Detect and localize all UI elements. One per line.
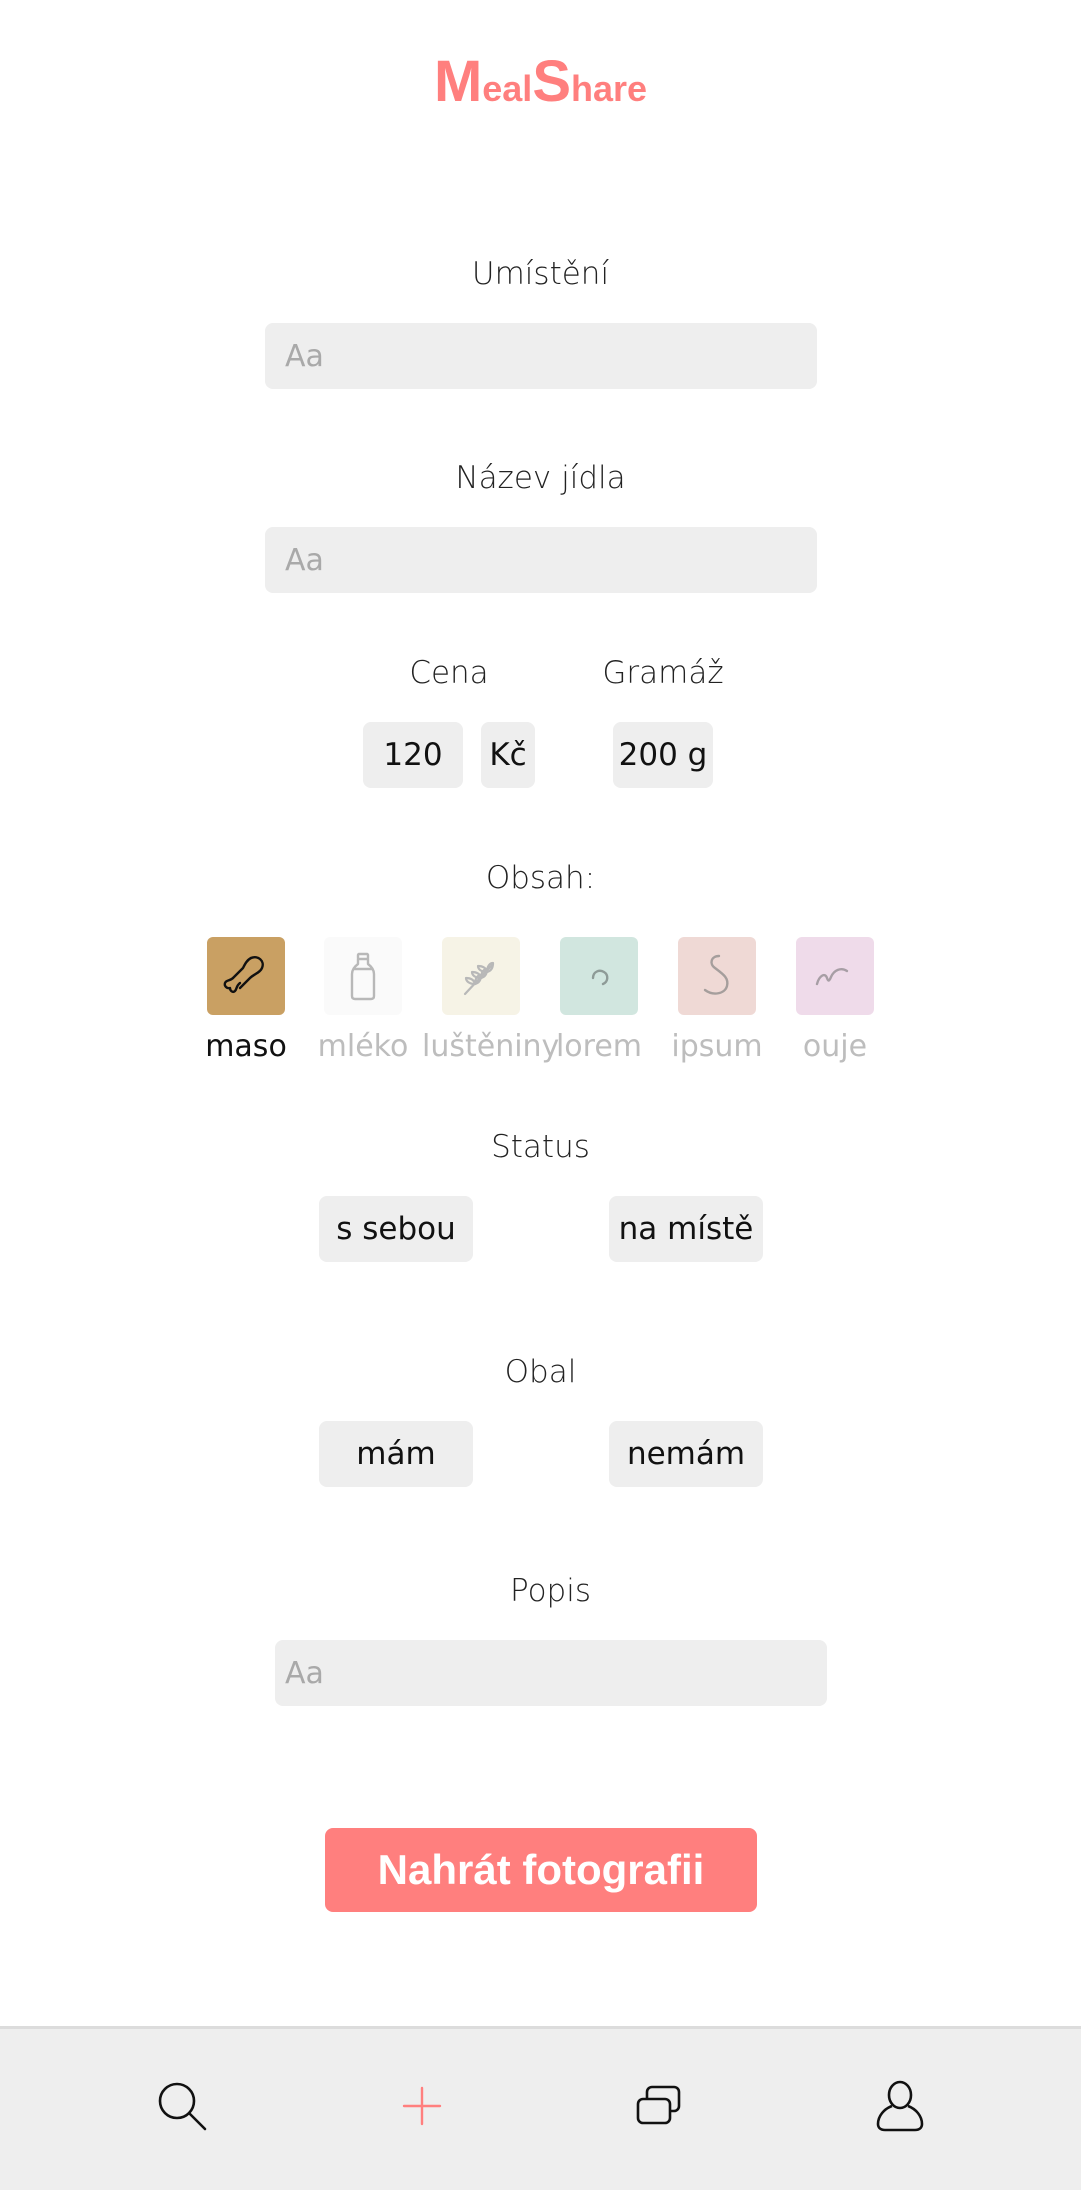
bottom-nav — [0, 2026, 1081, 2190]
price-label: Cena — [409, 655, 489, 691]
cards-icon[interactable] — [627, 2074, 691, 2138]
content-item-ouje[interactable]: ouje — [776, 937, 894, 1064]
price-input[interactable]: 120 — [363, 722, 463, 788]
search-icon[interactable] — [150, 2074, 214, 2138]
content-item-label: ouje — [802, 1029, 868, 1064]
logo-letter-m: M — [433, 49, 483, 114]
location-label: Umístění — [471, 256, 610, 292]
content-item-maso[interactable]: maso — [187, 937, 305, 1064]
logo-letter-s: S — [532, 49, 571, 114]
grain-icon — [442, 937, 520, 1015]
app-logo: MealShare — [0, 48, 1081, 115]
logo-text-eal: eal — [482, 68, 533, 109]
weight-label: Gramáž — [602, 655, 724, 691]
upload-photo-button[interactable]: Nahrát fotografii — [325, 1828, 757, 1912]
wave-icon — [796, 937, 874, 1015]
currency-select[interactable]: Kč — [481, 722, 535, 788]
status-label: Status — [491, 1129, 590, 1165]
milk-bottle-icon — [324, 937, 402, 1015]
packaging-dont-have-button[interactable]: nemám — [609, 1421, 763, 1487]
user-icon[interactable] — [868, 2074, 932, 2138]
content-item-label: mléko — [317, 1029, 409, 1064]
content-item-ipsum[interactable]: ipsum — [658, 937, 776, 1064]
weight-input[interactable]: 200 g — [613, 722, 713, 788]
content-item-label: luštěniny — [422, 1029, 560, 1064]
content-item-label: lorem — [555, 1029, 643, 1064]
status-on-site-button[interactable]: na místě — [609, 1196, 763, 1262]
status-takeaway-button[interactable]: s sebou — [319, 1196, 473, 1262]
description-input[interactable] — [275, 1640, 827, 1706]
hook-icon — [678, 937, 756, 1015]
content-item-label: ipsum — [671, 1029, 763, 1064]
description-label: Popis — [510, 1573, 591, 1609]
content-item-lusteniny[interactable]: luštěniny — [422, 937, 560, 1064]
plus-icon[interactable] — [390, 2074, 454, 2138]
content-item-mleko[interactable]: mléko — [304, 937, 422, 1064]
logo-text-hare: hare — [571, 68, 648, 109]
meal-name-input[interactable] — [265, 527, 817, 593]
content-item-label: maso — [205, 1029, 287, 1064]
content-item-lorem[interactable]: lorem — [540, 937, 658, 1064]
location-input[interactable] — [265, 323, 817, 389]
contents-label: Obsah: — [485, 860, 596, 896]
drumstick-icon — [207, 937, 285, 1015]
packaging-have-button[interactable]: mám — [319, 1421, 473, 1487]
meal-name-label: Název jídla — [455, 460, 626, 496]
curl-icon — [560, 937, 638, 1015]
packaging-label: Obal — [504, 1354, 577, 1390]
